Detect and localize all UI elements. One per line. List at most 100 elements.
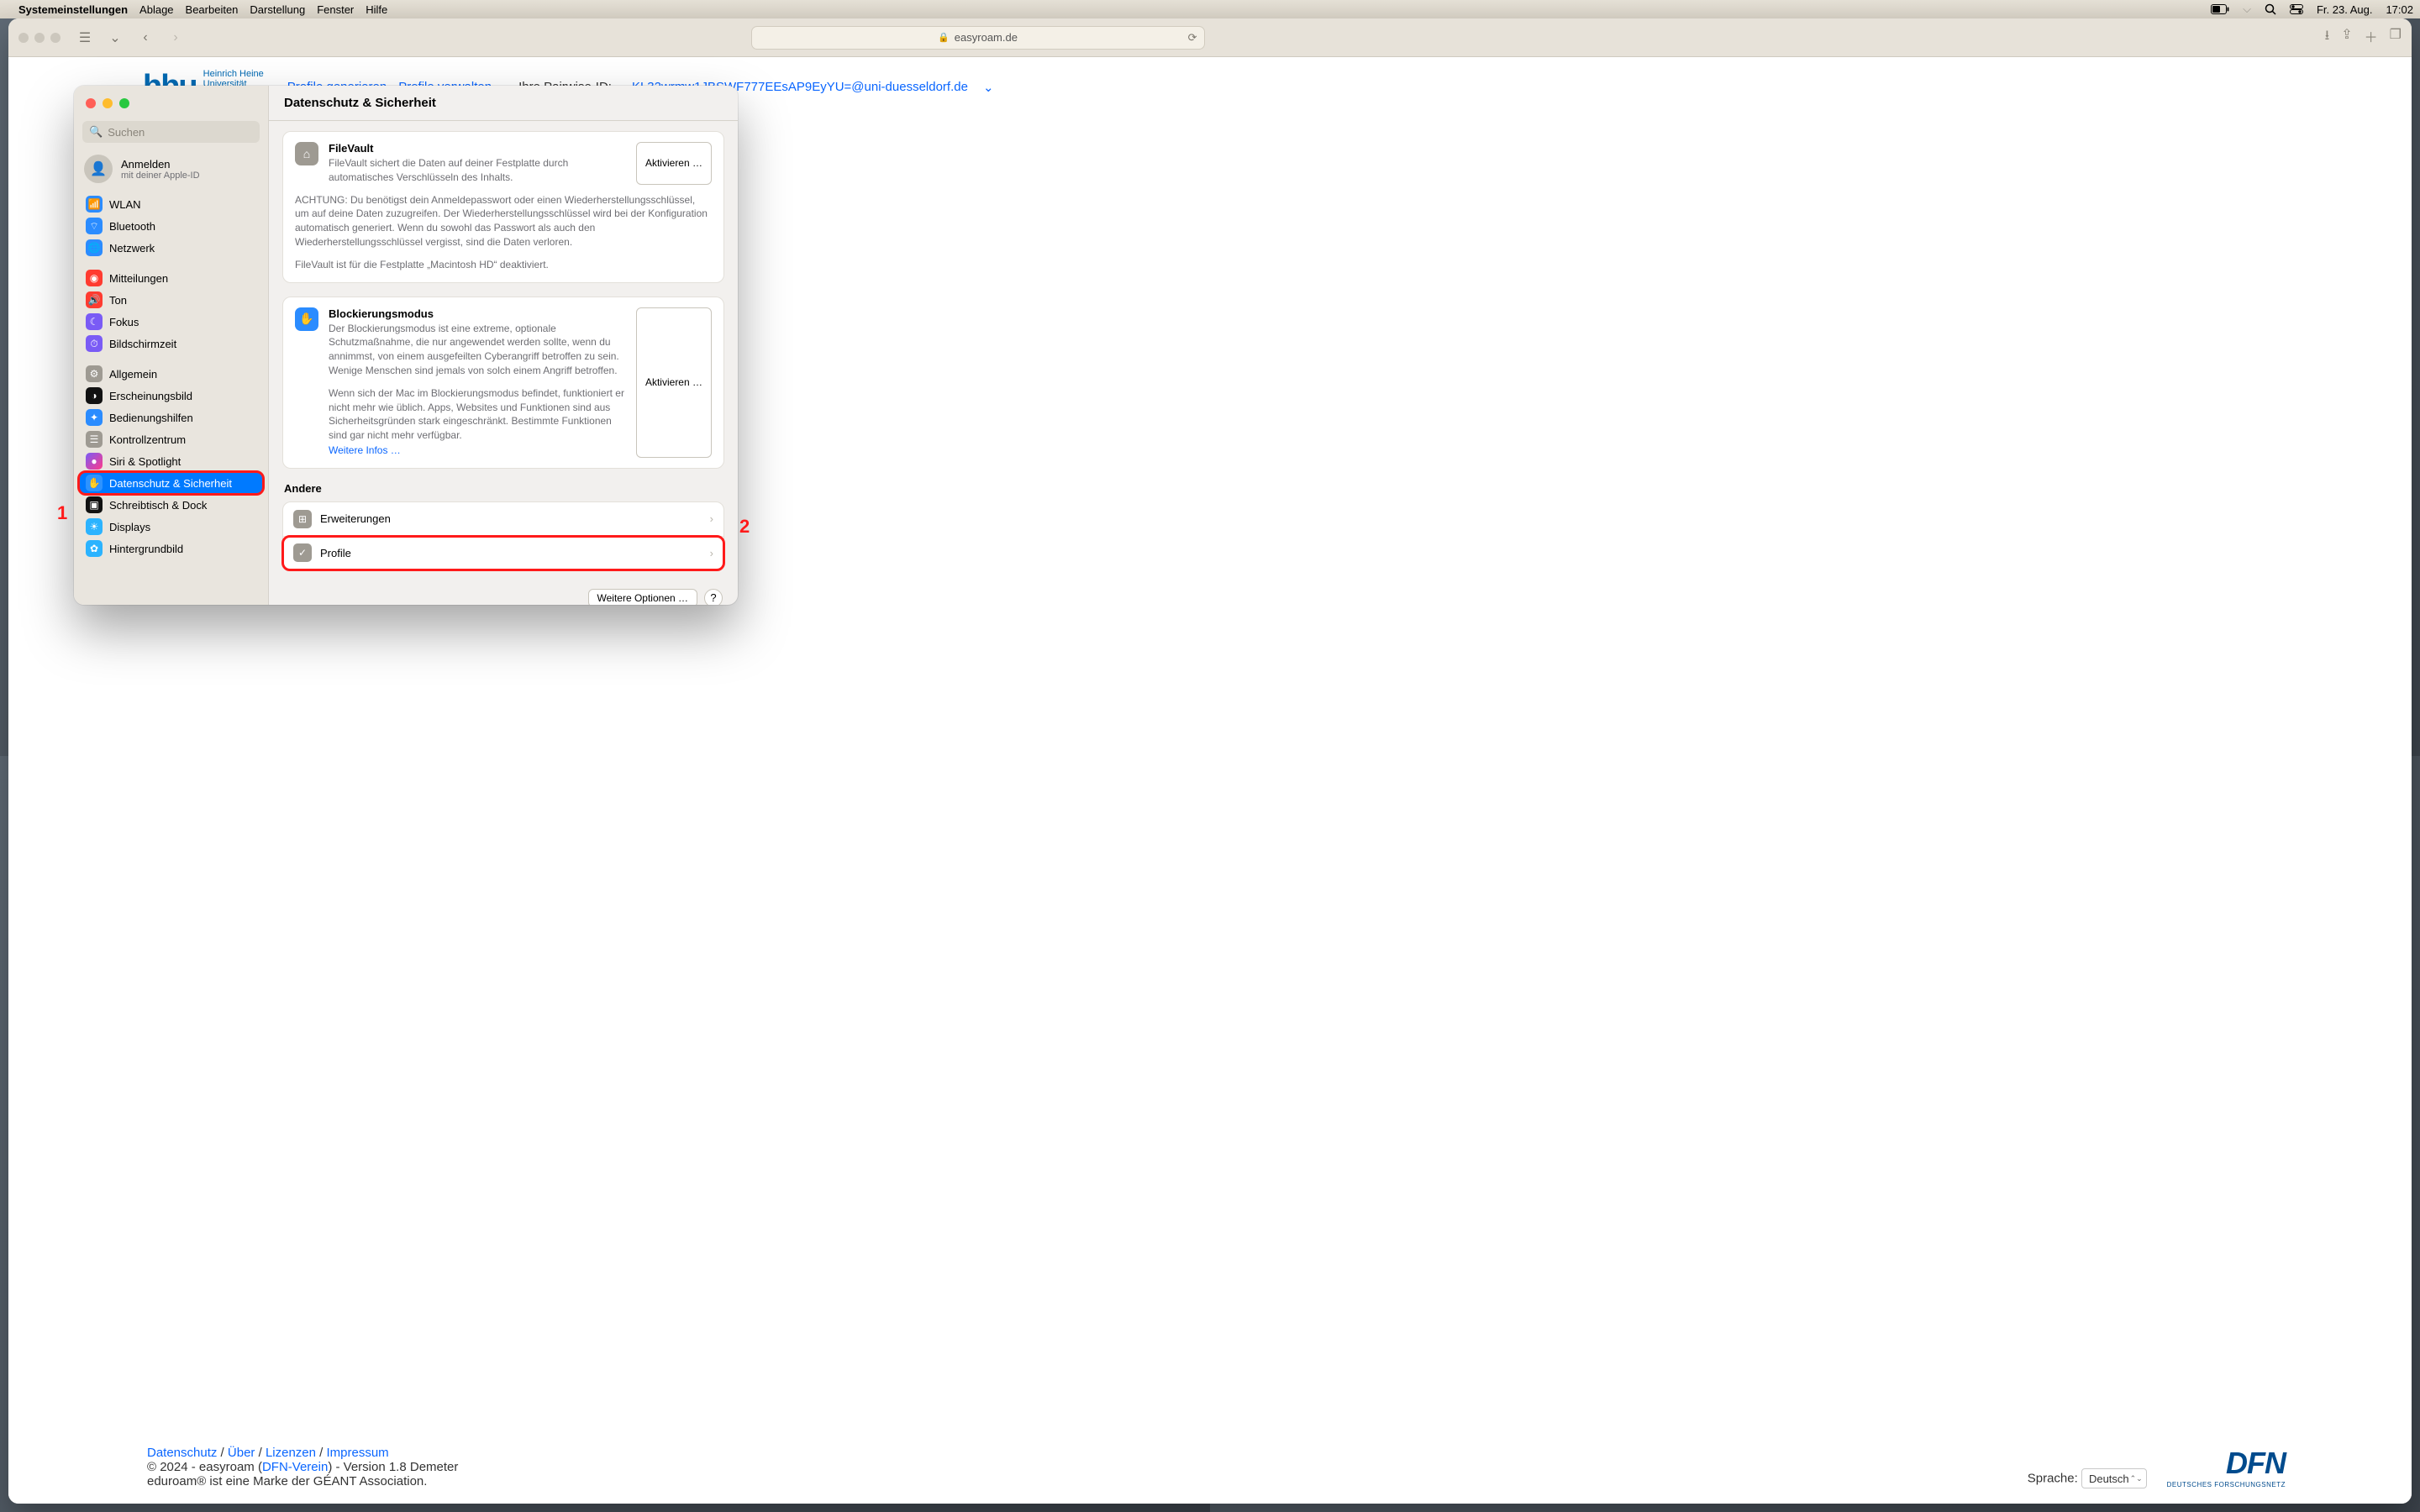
ic-wall-icon: ✿	[86, 540, 103, 557]
lockdown-mode-card: ✋ Blockierungsmodus Der Blockierungsmodu…	[282, 297, 724, 469]
sidebar-item-displays[interactable]: ☀Displays	[79, 516, 263, 538]
forward-icon[interactable]: ›	[165, 29, 187, 47]
menubar-item-help[interactable]: Hilfe	[366, 3, 387, 16]
footer-link-lizenzen[interactable]: Lizenzen	[266, 1446, 316, 1460]
chevron-right-icon: ›	[710, 512, 713, 525]
avatar-icon: 👤	[84, 155, 113, 183]
sidebar-item-wlan[interactable]: 📶 WLAN	[79, 193, 263, 215]
page-footer: Datenschutz / Über / Lizenzen / Impressu…	[147, 1446, 2286, 1488]
bluetooth-off-icon[interactable]: ⌵	[2243, 3, 2251, 16]
ic-focus-icon: ☾	[86, 313, 103, 330]
sidebar-item-bildschirmzeit[interactable]: ⏱ Bildschirmzeit	[79, 333, 263, 354]
lock-icon: 🔒	[938, 32, 950, 43]
extensions-row[interactable]: ⊞ Erweiterungen ›	[283, 502, 723, 536]
sidebar-item-label: Kontrollzentrum	[109, 433, 186, 446]
sidebar-item-label: Bluetooth	[109, 220, 155, 233]
filevault-status: FileVault ist für die Festplatte „Macint…	[295, 258, 712, 272]
footer-link-datenschutz[interactable]: Datenschutz	[147, 1446, 217, 1460]
sidebar-item-mitteilungen[interactable]: ◉Mitteilungen	[79, 267, 263, 289]
more-options-button[interactable]: Weitere Optionen …	[588, 589, 698, 605]
apple-id-signin[interactable]: 👤 Anmelden mit deiner Apple-ID	[74, 150, 268, 192]
help-button[interactable]: ?	[704, 589, 723, 605]
lockdown-desc: Der Blockierungsmodus ist eine extreme, …	[329, 322, 626, 378]
control-center-icon[interactable]	[2290, 4, 2303, 14]
spotlight-icon[interactable]	[2265, 3, 2276, 15]
filevault-icon: ⌂	[295, 142, 318, 165]
lockdown-more-link[interactable]: Weitere Infos …	[329, 444, 401, 456]
ic-desk-icon: ▣	[86, 496, 103, 513]
ic-scr-icon: ⏱	[86, 335, 103, 352]
settings-detail-pane: Datenschutz & Sicherheit ⌂ FileVault Fil…	[269, 86, 738, 605]
menubar-app-name[interactable]: Systemeinstellungen	[18, 3, 128, 16]
sidebar-item-label: Fokus	[109, 316, 139, 328]
dfn-logo: DFN	[2167, 1446, 2286, 1481]
signin-title: Anmelden	[121, 158, 200, 171]
menubar-time[interactable]: 17:02	[2386, 3, 2413, 16]
sidebar-item-allgemein[interactable]: ⚙Allgemein	[79, 363, 263, 385]
profiles-row[interactable]: ✓ Profile ›	[283, 536, 723, 570]
ic-wlan-icon: 📶	[86, 196, 103, 213]
sidebar-item-fokus[interactable]: ☾ Fokus	[79, 311, 263, 333]
footer-eduroam-notice: eduroam® ist eine Marke der GÉANT Associ…	[147, 1474, 458, 1488]
footer-link-ueber[interactable]: Über	[228, 1446, 255, 1460]
ic-priv-icon: ✋	[86, 475, 103, 491]
lockdown-desc2: Wenn sich der Mac im Blockierungsmodus b…	[329, 386, 626, 443]
footer-link-impressum[interactable]: Impressum	[327, 1446, 389, 1460]
hhu-logo-sub1: Heinrich Heine	[203, 69, 264, 79]
menubar-item-edit[interactable]: Bearbeiten	[186, 3, 239, 16]
zoom-icon[interactable]	[119, 98, 129, 108]
footer-link-dfn-verein[interactable]: DFN-Verein	[262, 1460, 328, 1474]
new-tab-icon[interactable]: ＋	[2365, 26, 2378, 49]
safari-url-bar[interactable]: 🔒 easyroam.de ⟳	[751, 26, 1205, 50]
settings-pane-title: Datenschutz & Sicherheit	[269, 86, 738, 121]
minimize-icon[interactable]	[103, 98, 113, 108]
sidebar-item-schreibtisch-dock[interactable]: ▣ Schreibtisch & Dock	[79, 494, 263, 516]
safari-traffic-lights[interactable]	[18, 33, 60, 43]
close-icon[interactable]	[86, 98, 96, 108]
ic-bt-icon: ⌔	[86, 218, 103, 234]
sidebar-item-label: Mitteilungen	[109, 272, 168, 285]
menubar-item-view[interactable]: Darstellung	[250, 3, 305, 16]
language-select[interactable]: Deutsch	[2081, 1468, 2147, 1488]
sidebar-item-ton[interactable]: 🔊Ton	[79, 289, 263, 311]
other-section-title: Andere	[284, 482, 723, 495]
menubar-item-window[interactable]: Fenster	[317, 3, 354, 16]
other-section-card: ⊞ Erweiterungen › ✓ Profile ›	[282, 501, 724, 570]
sidebar-item-bluetooth[interactable]: ⌔ Bluetooth	[79, 215, 263, 237]
footer-copyright-post: ) - Version 1.8 Demeter	[328, 1460, 458, 1474]
downloads-icon[interactable]: ⭳	[2325, 26, 2330, 49]
lockdown-activate-button[interactable]: Aktivieren …	[636, 307, 712, 458]
share-icon[interactable]: ⇪	[2341, 26, 2352, 49]
sidebar-item-label: Datenschutz & Sicherheit	[109, 477, 232, 490]
tabs-icon[interactable]: ❐	[2390, 26, 2402, 49]
sidebar-item-netzwerk[interactable]: 🌐Netzwerk	[79, 237, 263, 259]
sidebar-item-hintergrundbild[interactable]: ✿Hintergrundbild	[79, 538, 263, 559]
menubar-item-file[interactable]: Ablage	[139, 3, 173, 16]
sidebar-item-label: WLAN	[109, 198, 141, 211]
filevault-title: FileVault	[329, 142, 626, 155]
back-icon[interactable]: ‹	[134, 29, 156, 47]
sidebar-item-kontrollzentrum[interactable]: ☰Kontrollzentrum	[79, 428, 263, 450]
lockdown-icon: ✋	[295, 307, 318, 331]
dropdown-caret-icon[interactable]: ⌄	[983, 80, 994, 95]
sidebar-item-label: Netzwerk	[109, 242, 155, 255]
sidebar-item-siri-spotlight[interactable]: ●Siri & Spotlight	[79, 450, 263, 472]
sidebar-item-label: Bildschirmzeit	[109, 338, 176, 350]
filevault-activate-button[interactable]: Aktivieren …	[636, 142, 712, 185]
sidebar-item-datenschutz-sicherheit[interactable]: ✋ Datenschutz & Sicherheit	[79, 472, 263, 494]
settings-sidebar: 🔍 Suchen 👤 Anmelden mit deiner Apple-ID …	[74, 86, 269, 605]
sidebar-item-bedienungshilfen[interactable]: ✦Bedienungshilfen	[79, 407, 263, 428]
sidebar-toggle-icon[interactable]: ☰	[74, 29, 96, 47]
menubar-date[interactable]: Fr. 23. Aug.	[2317, 3, 2373, 16]
sidebar-item-erscheinungsbild[interactable]: ◑Erscheinungsbild	[79, 385, 263, 407]
url-host: easyroam.de	[955, 31, 1018, 44]
annotation-2: 2	[739, 516, 750, 538]
sidebar-item-label: Schreibtisch & Dock	[109, 499, 207, 512]
system-settings-window: 🔍 Suchen 👤 Anmelden mit deiner Apple-ID …	[74, 86, 738, 605]
sidebar-item-label: Siri & Spotlight	[109, 455, 181, 468]
reload-icon[interactable]: ⟳	[1188, 31, 1197, 45]
chevron-down-icon[interactable]: ⌄	[104, 29, 126, 47]
settings-search-input[interactable]: 🔍 Suchen	[82, 121, 260, 143]
battery-icon[interactable]	[2211, 4, 2229, 14]
ic-disp-icon: ☀	[86, 518, 103, 535]
